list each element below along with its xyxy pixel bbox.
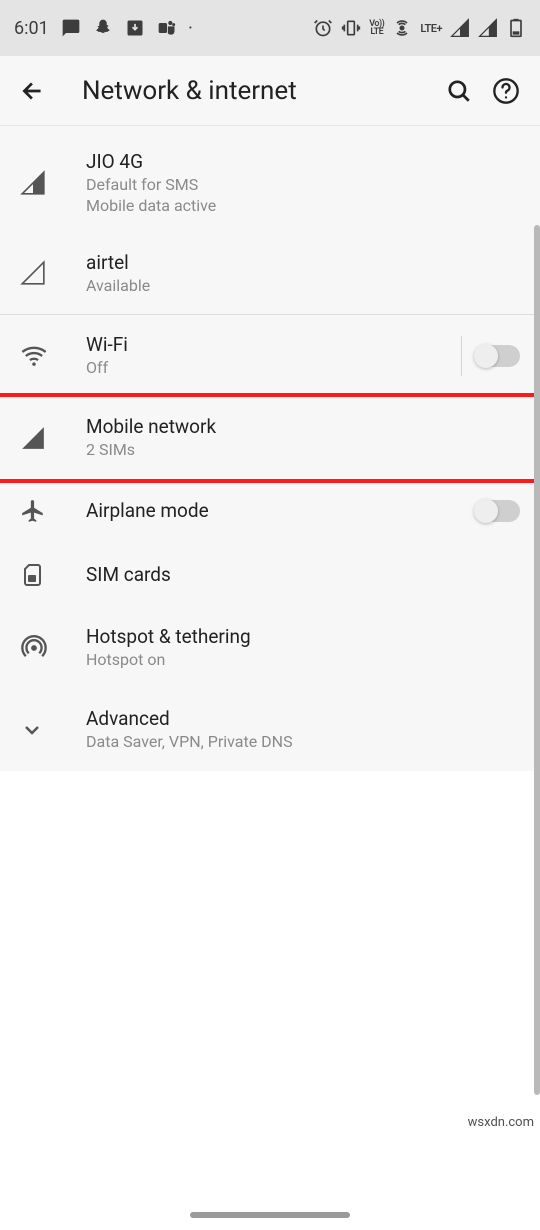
scrollbar[interactable] <box>534 225 540 1095</box>
back-icon[interactable] <box>20 78 46 104</box>
sim2-row[interactable]: airtel Available <box>0 233 540 315</box>
sim1-sub1: Default for SMS <box>86 175 520 196</box>
download-icon <box>125 18 145 38</box>
status-time: 6:01 <box>14 18 49 39</box>
hotspot-row[interactable]: Hotspot & tethering Hotspot on <box>0 607 540 689</box>
app-header: Network & internet <box>0 56 540 126</box>
airplane-icon <box>20 498 46 524</box>
wifi-icon <box>20 342 48 370</box>
lte-label: LTE+ <box>420 22 442 35</box>
status-bar: 6:01 • Vo))LTE LTE+ <box>0 0 540 56</box>
hotspot-status-icon <box>392 18 412 38</box>
alarm-icon <box>313 18 333 38</box>
settings-list: JIO 4G Default for SMS Mobile data activ… <box>0 126 540 771</box>
battery-icon <box>506 18 526 38</box>
vibrate-icon <box>341 18 361 38</box>
signal-outline-icon <box>20 260 46 286</box>
sim1-row[interactable]: JIO 4G Default for SMS Mobile data activ… <box>0 126 540 233</box>
signal-full-icon <box>20 425 46 451</box>
watermark: wsxdn.com <box>468 1115 534 1130</box>
message-icon <box>61 18 81 38</box>
sim1-sub2: Mobile data active <box>86 196 520 217</box>
snapchat-icon <box>93 18 113 38</box>
advanced-row[interactable]: Advanced Data Saver, VPN, Private DNS <box>0 689 540 771</box>
separator <box>461 336 462 376</box>
dot-icon: • <box>189 23 192 34</box>
airplane-label: Airplane mode <box>86 499 476 522</box>
signal-2-icon <box>478 18 498 38</box>
simcards-label: SIM cards <box>86 563 520 586</box>
sim1-name: JIO 4G <box>86 150 520 173</box>
simcard-icon <box>20 562 44 588</box>
mobile-label: Mobile network <box>86 415 520 438</box>
wifi-row[interactable]: Wi-Fi Off <box>0 315 540 397</box>
simcards-row[interactable]: SIM cards <box>0 543 540 607</box>
help-icon[interactable] <box>492 77 520 105</box>
wifi-sub: Off <box>86 358 455 379</box>
hotspot-icon <box>20 634 48 662</box>
page-title: Network & internet <box>82 76 426 106</box>
volte-icon: Vo))LTE <box>369 20 384 36</box>
sim2-sub: Available <box>86 276 520 297</box>
hotspot-sub: Hotspot on <box>86 650 520 671</box>
advanced-sub: Data Saver, VPN, Private DNS <box>86 732 520 753</box>
advanced-label: Advanced <box>86 707 520 730</box>
nav-handle[interactable] <box>190 1212 350 1218</box>
wifi-toggle[interactable] <box>476 345 520 367</box>
hotspot-label: Hotspot & tethering <box>86 625 520 648</box>
airplane-toggle[interactable] <box>476 500 520 522</box>
chevron-down-icon <box>20 718 44 742</box>
airplane-row[interactable]: Airplane mode <box>0 479 540 543</box>
teams-icon <box>157 18 177 38</box>
search-icon[interactable] <box>446 78 472 104</box>
mobile-network-row[interactable]: Mobile network 2 SIMs <box>0 393 540 483</box>
signal-icon <box>20 170 46 196</box>
mobile-sub: 2 SIMs <box>86 440 520 461</box>
signal-1-icon <box>450 18 470 38</box>
sim2-name: airtel <box>86 251 520 274</box>
wifi-label: Wi-Fi <box>86 333 455 356</box>
